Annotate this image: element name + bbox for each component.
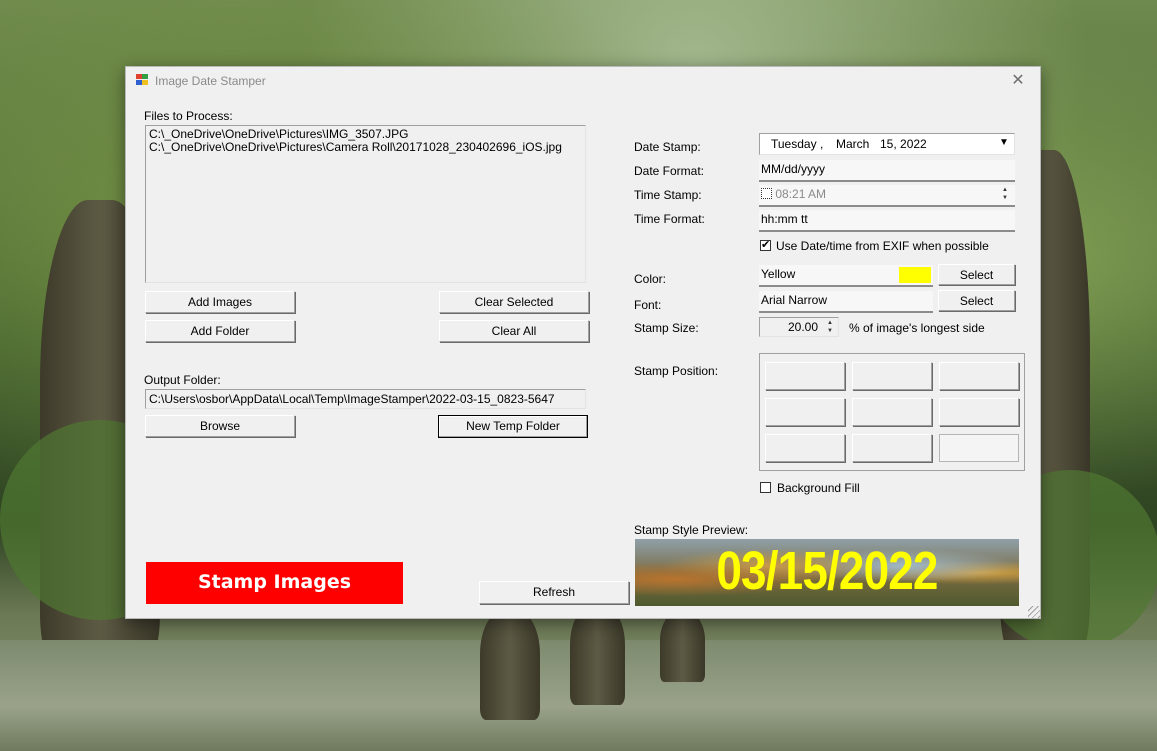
preview-date-text: 03/15/2022 [716,541,938,601]
stamp-position-grid [759,353,1025,471]
list-item[interactable]: C:\_OneDrive\OneDrive\Pictures\Camera Ro… [149,141,582,154]
preview-label: Stamp Style Preview: [634,523,749,537]
app-icon [136,74,149,86]
output-folder-label: Output Folder: [144,373,221,387]
date-picker[interactable]: Tuesday , March 15, 2022 ▼ [759,133,1015,155]
position-top-right[interactable] [939,362,1019,390]
spin-up-icon[interactable]: ▲ [997,186,1013,194]
tree-trunk [570,605,625,705]
stamp-size-spinner[interactable]: ▲ ▼ [822,319,838,335]
window-title: Image Date Stamper [155,74,266,88]
stamp-size-label: Stamp Size: [634,321,699,335]
position-bottom-right[interactable] [939,434,1019,462]
close-icon[interactable]: ✕ [996,67,1040,95]
tree-trunk [660,612,705,682]
title-bar: Image Date Stamper ✕ [126,67,1040,95]
time-stamp-label: Time Stamp: [634,188,702,202]
exif-label: Use Date/time from EXIF when possible [776,239,989,253]
position-bottom-left[interactable] [765,434,845,462]
date-format-label: Date Format: [634,164,705,178]
exif-checkbox[interactable]: ✔ [760,240,771,251]
color-select-button[interactable]: Select [938,264,1015,285]
time-value: 08:21 AM [775,187,827,201]
position-middle-right[interactable] [939,398,1019,426]
color-label: Color: [634,272,667,286]
date-day-year: 15, 2022 [880,137,927,151]
spin-up-icon[interactable]: ▲ [822,319,838,327]
position-bottom-center[interactable] [852,434,932,462]
date-day: Tuesday [771,137,817,151]
font-label: Font: [634,298,662,312]
background-fill-label: Background Fill [777,481,860,495]
spin-down-icon[interactable]: ▼ [822,327,838,335]
position-middle-center[interactable] [852,398,932,426]
date-month: March [836,137,870,151]
refresh-button[interactable]: Refresh [479,581,629,604]
resize-grip[interactable] [1028,606,1040,618]
time-format-field[interactable]: hh:mm tt [759,210,1015,232]
time-picker[interactable]: 08:21 AM ▲ ▼ [759,185,1015,207]
position-middle-left[interactable] [765,398,845,426]
stamp-size-suffix: % of image's longest side [849,321,985,335]
time-format-label: Time Format: [634,212,705,226]
browse-button[interactable]: Browse [145,415,295,437]
position-top-left[interactable] [765,362,845,390]
font-select-button[interactable]: Select [938,290,1015,311]
files-label: Files to Process: [144,109,233,123]
font-field[interactable]: Arial Narrow [759,291,933,313]
date-format-field[interactable]: MM/dd/yyyy [759,160,1015,182]
date-separator: , [820,137,824,151]
tree-trunk [480,610,540,720]
position-top-center[interactable] [852,362,932,390]
background-fill-checkbox[interactable] [760,482,771,493]
file-list[interactable]: C:\_OneDrive\OneDrive\Pictures\IMG_3507.… [145,125,586,283]
clear-all-button[interactable]: Clear All [439,320,589,342]
new-temp-folder-button[interactable]: New Temp Folder [438,415,588,438]
stamp-images-button[interactable]: Stamp Images [146,562,403,604]
chevron-down-icon[interactable]: ▼ [999,137,1009,148]
color-swatch [899,267,931,283]
clear-selected-button[interactable]: Clear Selected [439,291,589,313]
time-enable-checkbox[interactable] [761,188,772,199]
time-spinner[interactable]: ▲ ▼ [997,186,1013,202]
app-window: Image Date Stamper ✕ Files to Process: C… [125,66,1041,619]
stamp-preview: 03/15/2022 [635,539,1019,606]
spin-down-icon[interactable]: ▼ [997,194,1013,202]
add-images-button[interactable]: Add Images [145,291,295,313]
stamp-position-label: Stamp Position: [634,364,719,378]
output-folder-field[interactable]: C:\Users\osbor\AppData\Local\Temp\ImageS… [145,389,586,409]
date-stamp-label: Date Stamp: [634,140,701,154]
add-folder-button[interactable]: Add Folder [145,320,295,342]
